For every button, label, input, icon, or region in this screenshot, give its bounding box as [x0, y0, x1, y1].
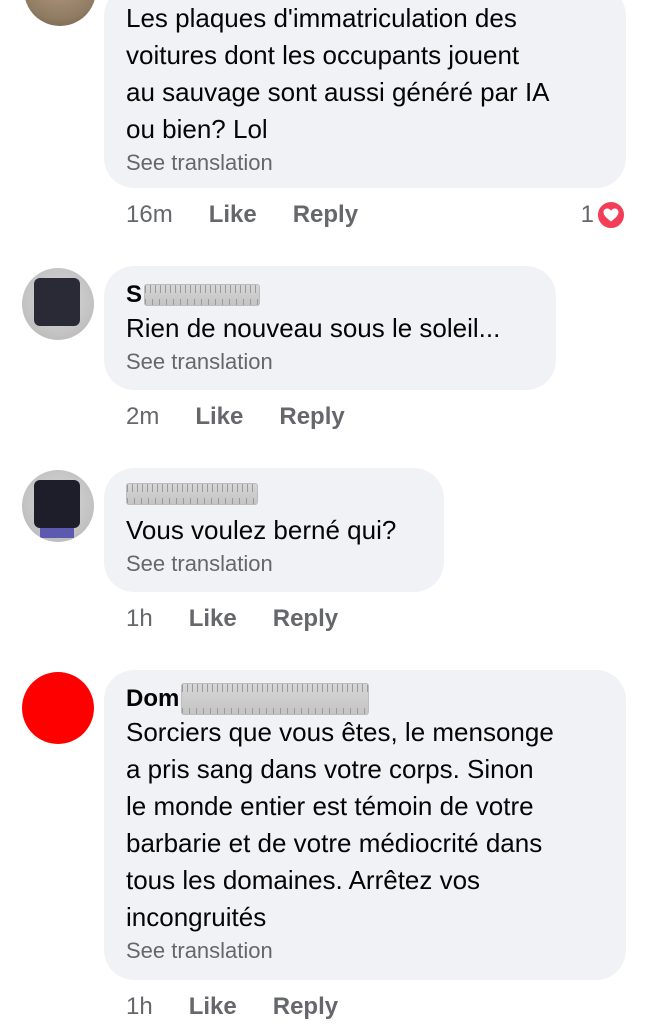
- comment-time: 16m: [126, 201, 173, 228]
- comment-actions: 16m Like Reply: [126, 200, 358, 230]
- avatar[interactable]: [22, 268, 94, 340]
- avatar[interactable]: [22, 470, 94, 542]
- comment-author[interactable]: Dom: [126, 683, 604, 715]
- comment-bubble: Les plaques d'immatriculation des voitur…: [104, 0, 626, 188]
- redacted-name: [144, 284, 261, 306]
- see-translation-link[interactable]: See translation: [126, 148, 604, 178]
- redacted-name: [181, 683, 370, 715]
- avatar-image: [34, 480, 80, 528]
- reply-button[interactable]: Reply: [273, 992, 338, 1022]
- comment-text: Vous voulez berné qui?: [126, 515, 397, 545]
- author-name-visible: Dom: [126, 685, 180, 712]
- like-button[interactable]: Like: [189, 604, 237, 634]
- comment-actions: 1h Like Reply: [126, 992, 338, 1022]
- comment-time: 1h: [126, 993, 153, 1020]
- like-button[interactable]: Like: [195, 402, 243, 432]
- avatar-image: [34, 278, 80, 326]
- comment-text: Rien de nouveau sous le soleil...: [126, 313, 501, 343]
- like-button[interactable]: Like: [209, 200, 257, 230]
- comment-bubble: Dom Sorciers que vous êtes, le mensonge …: [104, 670, 626, 980]
- avatar[interactable]: [22, 672, 94, 744]
- reaction-count[interactable]: 1: [581, 200, 626, 230]
- redacted-name: [126, 483, 258, 505]
- heart-icon: [596, 200, 626, 230]
- reaction-count-number: 1: [580, 201, 594, 228]
- like-button[interactable]: Like: [189, 992, 237, 1022]
- comment-bubble: Vous voulez berné qui? See translation: [104, 468, 444, 592]
- see-translation-link[interactable]: See translation: [126, 549, 422, 579]
- see-translation-link[interactable]: See translation: [126, 347, 534, 377]
- comment-text: Les plaques d'immatriculation des voitur…: [126, 3, 550, 144]
- see-translation-link[interactable]: See translation: [126, 936, 604, 966]
- comment-actions: 2m Like Reply: [126, 402, 345, 432]
- reply-button[interactable]: Reply: [293, 200, 358, 230]
- reply-button[interactable]: Reply: [273, 604, 338, 634]
- comment-author[interactable]: [126, 482, 422, 512]
- comment-time: 2m: [126, 403, 160, 430]
- author-name-visible: S: [126, 281, 143, 308]
- reply-button[interactable]: Reply: [279, 402, 344, 432]
- comment-author[interactable]: S: [126, 280, 534, 310]
- comment-bubble: S Rien de nouveau sous le soleil... See …: [104, 266, 556, 390]
- comment-actions: 1h Like Reply: [126, 604, 338, 634]
- comment-text: Sorciers que vous êtes, le mensonge a pr…: [126, 717, 554, 932]
- avatar[interactable]: [24, 0, 96, 26]
- comment-time: 1h: [126, 605, 153, 632]
